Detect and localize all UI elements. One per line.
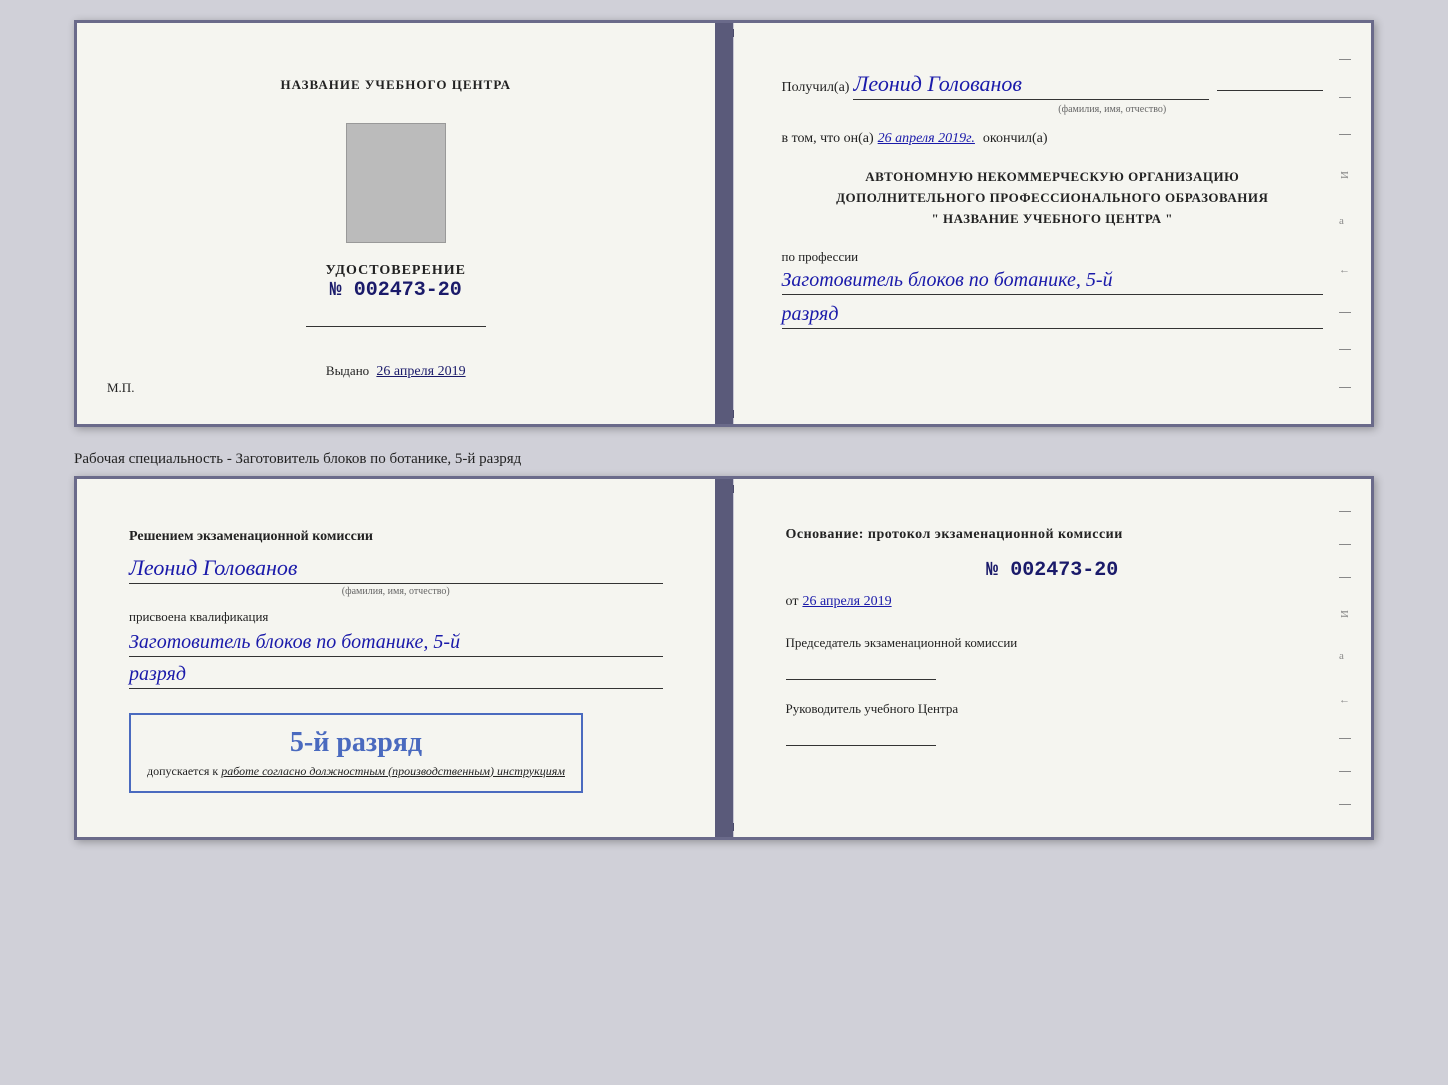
udostoverenie-block: УДОСТОВЕРЕНИЕ № 002473-20 xyxy=(326,263,466,302)
cert-top-right-page: Получил(а) Леонид Голованов (фамилия, им… xyxy=(734,23,1372,424)
cert-top-right-content: Получил(а) Леонид Голованов (фамилия, им… xyxy=(762,47,1344,400)
fio-subtitle-top: (фамилия, имя, отчество) xyxy=(902,104,1324,115)
protocol-number: № 002473-20 xyxy=(786,559,1320,582)
ot-date: 26 апреля 2019 xyxy=(802,594,891,610)
cert-top-center-title: НАЗВАНИЕ УЧЕБНОГО ЦЕНТРА xyxy=(280,77,511,93)
po-professii-label: по профессии xyxy=(782,249,1324,265)
edge-dash-b6 xyxy=(1339,804,1351,805)
vydano-label: Выдано xyxy=(326,363,369,378)
org-block: АВТОНОМНУЮ НЕКОММЕРЧЕСКУЮ ОРГАНИЗАЦИЮ ДО… xyxy=(782,167,1324,229)
cert-top-left-page: НАЗВАНИЕ УЧЕБНОГО ЦЕНТРА УДОСТОВЕРЕНИЕ №… xyxy=(77,23,716,424)
razryad-bottom: разряд xyxy=(129,663,663,689)
stamp-box: 5-й разряд допускается к работе согласно… xyxy=(129,713,583,794)
cert-top-number: № 002473-20 xyxy=(326,279,466,302)
dopuskaetsya-rest: работе согласно должностным (производств… xyxy=(221,764,565,778)
org-line2: ДОПОЛНИТЕЛЬНОГО ПРОФЕССИОНАЛЬНОГО ОБРАЗО… xyxy=(782,188,1324,209)
edge-dash-b5 xyxy=(1339,771,1351,772)
certificate-top: НАЗВАНИЕ УЧЕБНОГО ЦЕНТРА УДОСТОВЕРЕНИЕ №… xyxy=(74,20,1374,427)
vydano-line: Выдано 26 апреля 2019 xyxy=(326,363,466,380)
cert-bottom-right-page: Основание: протокол экзаменационной коми… xyxy=(734,479,1372,837)
prisvoyena-text: присвоена квалификация xyxy=(129,609,663,625)
recipient-name-bottom: Леонид Голованов xyxy=(129,555,663,584)
resheniem-text: Решением экзаменационной комиссии xyxy=(129,527,663,547)
vtom-prefix: в том, что он(а) xyxy=(782,131,874,147)
cert-bottom-right-content: Основание: протокол экзаменационной коми… xyxy=(762,503,1344,766)
predsedatel-block: Председатель экзаменационной комиссии xyxy=(786,634,1320,680)
stamp-razryad-text: 5-й разряд xyxy=(147,727,565,759)
razryad-top: разряд xyxy=(782,303,1324,329)
doc-spine-bottom xyxy=(715,479,733,837)
mp-stamp: М.П. xyxy=(107,380,134,396)
okonchil-label: окончил(а) xyxy=(983,131,1048,147)
fio-subtitle-bottom: (фамилия, имя, отчество) xyxy=(129,586,663,597)
poluchil-label: Получил(а) xyxy=(782,80,850,96)
profession-top: Заготовитель блоков по ботанике, 5-й xyxy=(782,269,1324,295)
ot-label: от xyxy=(786,594,799,610)
specialty-label: Рабочая специальность - Заготовитель бло… xyxy=(74,443,1374,476)
poluchil-line: Получил(а) Леонид Голованов xyxy=(782,71,1324,100)
dopuskaetsya-prefix: допускается к xyxy=(147,764,218,778)
cert-bottom-left-page: Решением экзаменационной комиссии Леонид… xyxy=(77,479,716,837)
osnovanie-text: Основание: протокол экзаменационной коми… xyxy=(786,527,1320,543)
ot-date-line: от 26 апреля 2019 xyxy=(786,594,1320,610)
cert-bottom-left-content: Решением экзаменационной комиссии Леонид… xyxy=(105,503,687,813)
profession-bottom: Заготовитель блоков по ботанике, 5-й xyxy=(129,631,663,657)
doc-spine xyxy=(715,23,733,424)
vtom-line: в том, что он(а) 26 апреля 2019г. окончи… xyxy=(782,131,1324,147)
vtom-date: 26 апреля 2019г. xyxy=(878,131,975,147)
rukovoditel-signature xyxy=(786,726,936,746)
cert-top-left-content: НАЗВАНИЕ УЧЕБНОГО ЦЕНТРА УДОСТОВЕРЕНИЕ №… xyxy=(105,47,687,400)
certificate-bottom: Решением экзаменационной комиссии Леонид… xyxy=(74,476,1374,840)
vydano-date: 26 апреля 2019 xyxy=(376,364,465,379)
predsedatel-label: Председатель экзаменационной комиссии xyxy=(786,634,1320,652)
predsedatel-signature xyxy=(786,660,936,680)
org-line1: АВТОНОМНУЮ НЕКОММЕРЧЕСКУЮ ОРГАНИЗАЦИЮ xyxy=(782,167,1324,188)
photo-placeholder xyxy=(346,123,446,243)
dopuskaetsya-text: допускается к работе согласно должностны… xyxy=(147,763,565,780)
udostoverenie-title: УДОСТОВЕРЕНИЕ xyxy=(326,263,466,279)
recipient-name-top: Леонид Голованов xyxy=(853,71,1208,100)
rukovoditel-label: Руководитель учебного Центра xyxy=(786,700,1320,718)
org-line3: " НАЗВАНИЕ УЧЕБНОГО ЦЕНТРА " xyxy=(782,209,1324,230)
rukovoditel-block: Руководитель учебного Центра xyxy=(786,700,1320,746)
